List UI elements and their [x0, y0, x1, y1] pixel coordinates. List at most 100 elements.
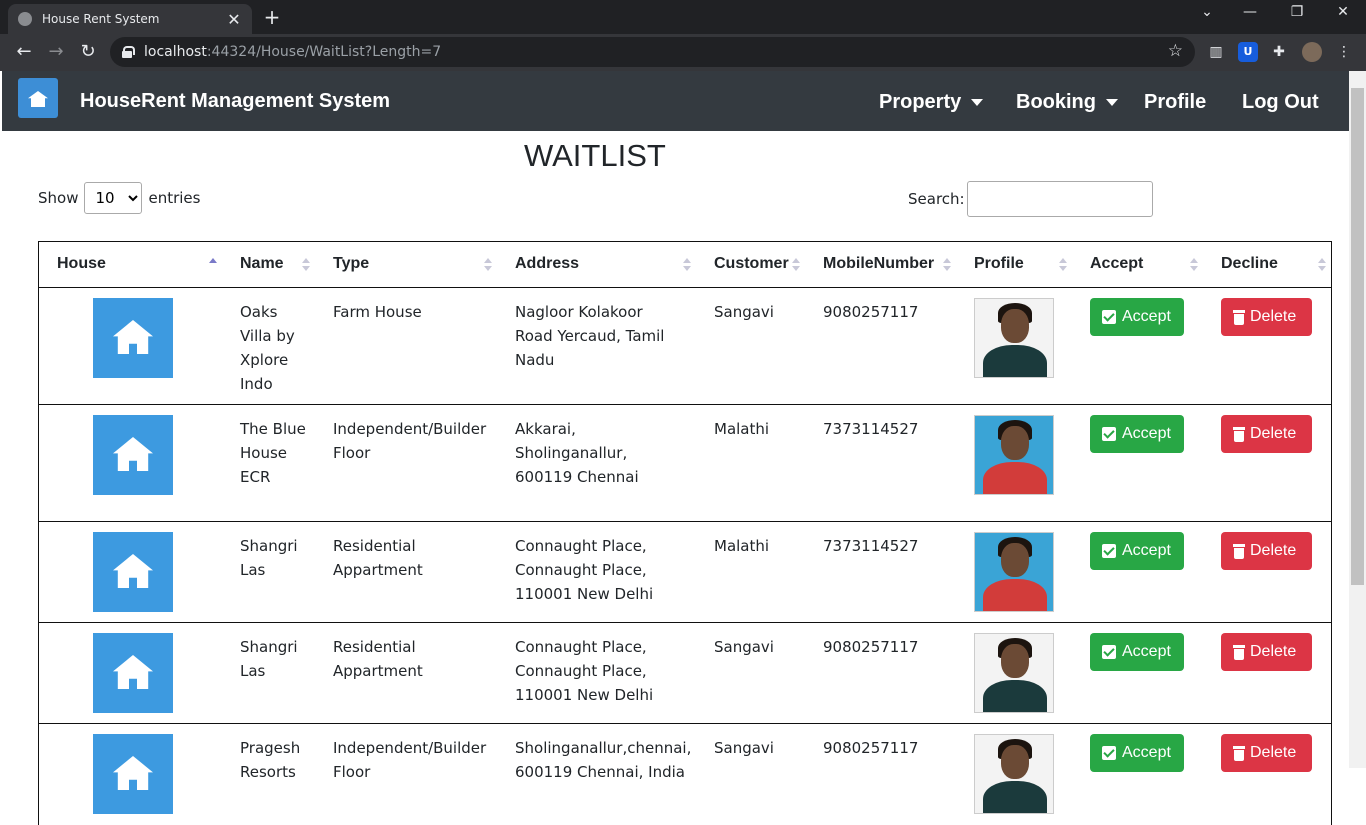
house-type: Farm House [333, 303, 422, 321]
table-row: The Blue House ECR Independent/Builder F… [39, 405, 1331, 522]
sort-icon [302, 258, 310, 272]
mobile-number: 9080257117 [823, 739, 919, 757]
bitwarden-shield-icon[interactable]: U [1238, 42, 1258, 62]
search-input[interactable] [966, 181, 1153, 217]
col-accept[interactable]: Accept [1090, 255, 1143, 273]
brand-title[interactable]: HouseRent Management System [80, 90, 390, 113]
accept-label: Accept [1122, 542, 1171, 559]
customer-profile-photo [974, 532, 1054, 612]
forward-arrow-icon[interactable]: → [44, 40, 68, 64]
table-row: Oaks Villa by Xplore Indo Farm House Nag… [39, 288, 1331, 405]
close-tab-icon[interactable]: ✕ [226, 10, 242, 29]
house-type: Independent/Builder Floor [333, 420, 487, 462]
accept-label: Accept [1122, 643, 1171, 660]
delete-button[interactable]: Delete [1221, 532, 1312, 570]
customer-name: Malathi [714, 537, 770, 555]
delete-button[interactable]: Delete [1221, 298, 1312, 336]
close-window-icon[interactable]: ✕ [1329, 4, 1357, 28]
sort-icon [792, 258, 800, 272]
reload-icon[interactable]: ↻ [76, 40, 100, 64]
delete-label: Delete [1250, 308, 1297, 325]
house-thumbnail-icon [93, 415, 173, 495]
customer-profile-photo [974, 734, 1054, 814]
col-address[interactable]: Address [515, 255, 579, 273]
caret-down-icon [971, 99, 984, 107]
customer-name: Sangavi [714, 303, 774, 321]
nav-property-dropdown[interactable]: Property [879, 91, 984, 114]
mobile-number: 9080257117 [823, 638, 919, 656]
delete-button[interactable]: Delete [1221, 734, 1312, 772]
url-host: localhost [144, 44, 207, 60]
restore-icon[interactable]: ❐ [1283, 4, 1311, 28]
sort-icon [1190, 258, 1198, 272]
customer-name: Malathi [714, 420, 770, 438]
customer-profile-photo [974, 298, 1054, 378]
accept-button[interactable]: Accept [1090, 532, 1184, 570]
col-house[interactable]: House [57, 255, 106, 273]
col-type[interactable]: Type [333, 255, 369, 273]
house-name: Shangri Las [240, 537, 298, 579]
extension-chart-icon[interactable]: ▥ [1206, 42, 1226, 62]
customer-profile-photo [974, 415, 1054, 495]
new-tab-button[interactable]: + [262, 5, 282, 29]
trash-icon [1233, 426, 1245, 442]
nav-booking-dropdown[interactable]: Booking [1016, 91, 1118, 114]
trash-icon [1233, 745, 1245, 761]
page-length-control: Show 10 entries [38, 182, 200, 214]
extensions-puzzle-icon[interactable]: ✚ [1269, 42, 1289, 62]
accept-button[interactable]: Accept [1090, 734, 1184, 772]
back-arrow-icon[interactable]: ← [12, 40, 36, 64]
col-customer[interactable]: Customer [714, 255, 789, 273]
house-thumbnail-icon [93, 734, 173, 814]
page-title: WAITLIST [524, 138, 666, 173]
tab-search-icon[interactable]: ⌄ [1193, 4, 1221, 28]
page-length-select[interactable]: 10 [84, 182, 143, 214]
app-navbar: HouseRent Management System Property Boo… [2, 71, 1349, 131]
bookmark-star-icon[interactable]: ☆ [1168, 41, 1183, 61]
accept-button[interactable]: Accept [1090, 633, 1184, 671]
sort-icon [943, 258, 951, 272]
col-mobile[interactable]: MobileNumber [823, 255, 934, 273]
check-square-icon [1102, 310, 1116, 324]
search-label: Search: [908, 190, 965, 208]
table-header: House Name Type Address Customer MobileN… [39, 242, 1331, 288]
delete-label: Delete [1250, 643, 1297, 660]
entries-label: entries [148, 189, 201, 207]
nav-logout-link[interactable]: Log Out [1242, 91, 1319, 114]
accept-button[interactable]: Accept [1090, 415, 1184, 453]
mobile-number: 7373114527 [823, 537, 919, 555]
menu-dots-icon[interactable]: ⋮ [1334, 42, 1354, 62]
check-square-icon [1102, 544, 1116, 558]
mobile-number: 7373114527 [823, 420, 919, 438]
minimize-icon[interactable]: — [1236, 4, 1264, 28]
waitlist-table: House Name Type Address Customer MobileN… [38, 241, 1332, 825]
customer-profile-photo [974, 633, 1054, 713]
show-label: Show [38, 189, 79, 207]
tab-title: House Rent System [42, 12, 160, 26]
scrollbar-thumb[interactable] [1351, 88, 1364, 585]
col-name[interactable]: Name [240, 255, 284, 273]
nav-profile-link[interactable]: Profile [1144, 91, 1206, 114]
table-row: Pragesh Resorts Independent/Builder Floo… [39, 724, 1331, 825]
house-logo-icon[interactable] [18, 78, 58, 118]
house-thumbnail-icon [93, 532, 173, 612]
check-square-icon [1102, 427, 1116, 441]
house-name: Shangri Las [240, 638, 298, 680]
mobile-number: 9080257117 [823, 303, 919, 321]
check-square-icon [1102, 746, 1116, 760]
browser-tab[interactable]: House Rent System ✕ [8, 4, 252, 34]
profile-avatar[interactable] [1302, 42, 1322, 62]
house-name: The Blue House ECR [240, 420, 306, 486]
house-type: Residential Appartment [333, 638, 423, 680]
accept-label: Accept [1122, 744, 1171, 761]
address-bar[interactable]: localhost:44324/House/WaitList?Length=7 … [110, 37, 1195, 67]
check-square-icon [1102, 645, 1116, 659]
col-profile[interactable]: Profile [974, 255, 1024, 273]
delete-button[interactable]: Delete [1221, 633, 1312, 671]
sort-asc-icon [209, 258, 217, 272]
house-name: Pragesh Resorts [240, 739, 301, 781]
accept-button[interactable]: Accept [1090, 298, 1184, 336]
col-decline[interactable]: Decline [1221, 255, 1278, 273]
caret-down-icon [1106, 99, 1118, 107]
delete-button[interactable]: Delete [1221, 415, 1312, 453]
